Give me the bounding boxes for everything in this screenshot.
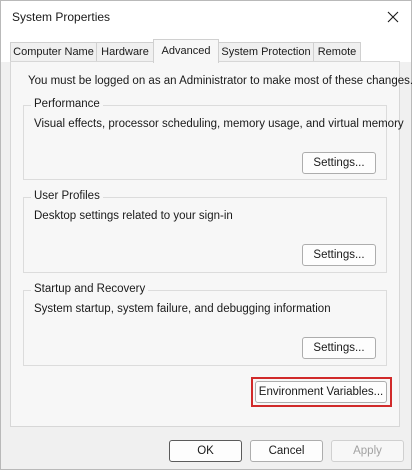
startup-recovery-description: System startup, system failure, and debu…: [34, 303, 331, 315]
tab-hardware[interactable]: Hardware: [96, 42, 154, 63]
performance-settings-button[interactable]: Settings...: [302, 152, 376, 174]
performance-group: Performance Visual effects, processor sc…: [23, 98, 404, 180]
tab-strip: Computer Name Hardware Advanced System P…: [1, 34, 411, 63]
dialog-footer: OK Cancel Apply: [1, 427, 411, 469]
advanced-tab-panel: You must be logged on as an Administrato…: [10, 61, 412, 427]
tab-system-protection[interactable]: System Protection: [218, 42, 314, 63]
performance-description: Visual effects, processor scheduling, me…: [34, 118, 404, 130]
performance-title: Performance: [31, 98, 103, 110]
user-profiles-description: Desktop settings related to your sign-in: [34, 210, 233, 222]
startup-recovery-settings-button[interactable]: Settings...: [302, 337, 376, 359]
apply-button[interactable]: Apply: [331, 440, 404, 462]
system-properties-window: System Properties Computer Name Hardware…: [0, 0, 412, 470]
environment-variables-button[interactable]: Environment Variables...: [255, 381, 387, 403]
tab-remote[interactable]: Remote: [313, 42, 361, 63]
user-profiles-group: User Profiles Desktop settings related t…: [23, 190, 387, 273]
tab-advanced[interactable]: Advanced: [153, 39, 219, 63]
ok-button[interactable]: OK: [169, 440, 242, 462]
window-title: System Properties: [12, 10, 111, 24]
admin-note: You must be logged on as an Administrato…: [28, 75, 412, 87]
title-bar: System Properties: [1, 1, 411, 34]
user-profiles-settings-button[interactable]: Settings...: [302, 244, 376, 266]
close-button[interactable]: [379, 4, 407, 30]
close-icon: [387, 11, 399, 23]
user-profiles-title: User Profiles: [31, 190, 103, 202]
cancel-button[interactable]: Cancel: [250, 440, 323, 462]
startup-recovery-group: Startup and Recovery System startup, sys…: [23, 283, 387, 366]
startup-recovery-title: Startup and Recovery: [31, 283, 149, 295]
tab-computer-name[interactable]: Computer Name: [10, 42, 97, 63]
